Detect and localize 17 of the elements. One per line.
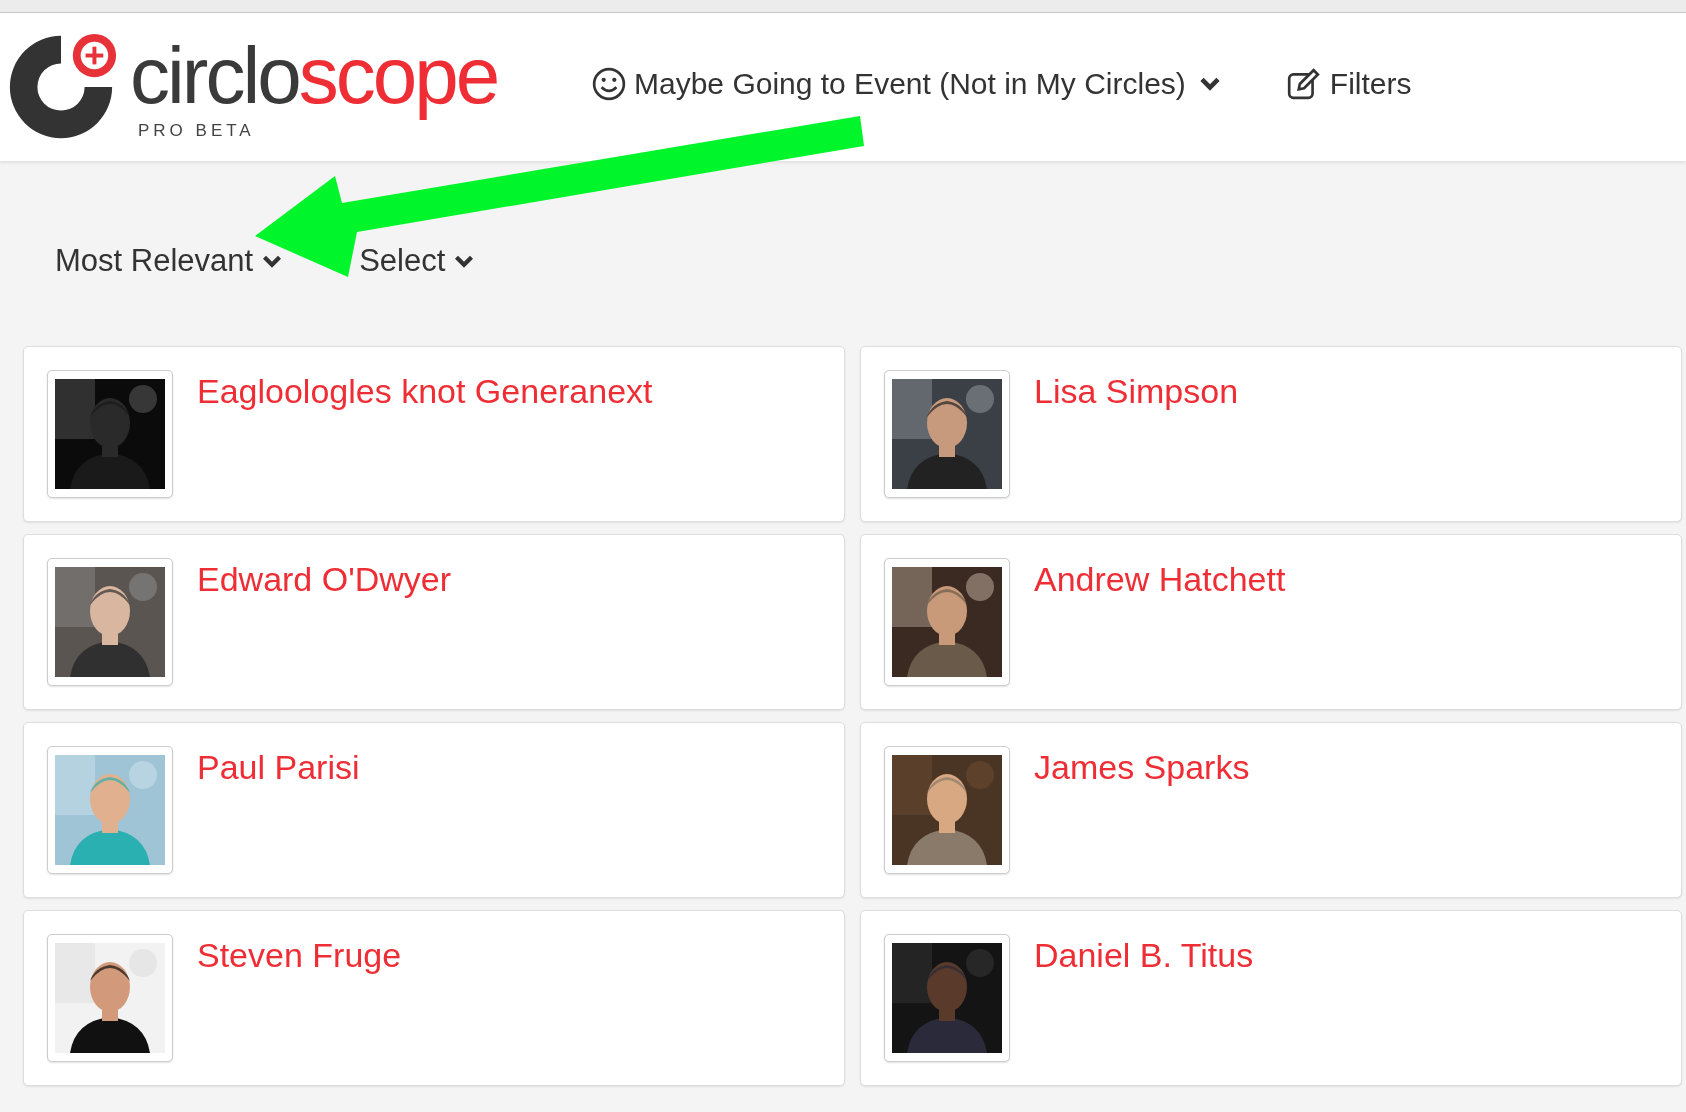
logo-wordmark: circloscope: [130, 29, 498, 122]
filters-button[interactable]: Filters: [1283, 67, 1412, 101]
smiley-icon: [592, 67, 626, 101]
person-name-link[interactable]: Paul Parisi: [197, 748, 360, 787]
person-name-link[interactable]: Edward O'Dwyer: [197, 560, 451, 599]
person-name-link[interactable]: James Sparks: [1034, 748, 1250, 787]
person-name-link[interactable]: Eagloologles knot Generanext: [197, 372, 653, 411]
event-filter-dropdown[interactable]: Maybe Going to Event (Not in My Circles): [592, 67, 1222, 101]
person-name-link[interactable]: Lisa Simpson: [1034, 372, 1239, 411]
person-name-link[interactable]: Andrew Hatchett: [1034, 560, 1286, 599]
select-dropdown[interactable]: Select: [359, 239, 476, 283]
sort-dropdown[interactable]: Most Relevant: [55, 239, 284, 283]
person-name-link[interactable]: Steven Fruge: [197, 936, 402, 975]
chevron-down-icon: [453, 253, 476, 269]
chevron-down-icon: [261, 253, 284, 269]
person-name-link[interactable]: Daniel B. Titus: [1034, 936, 1254, 975]
logo-tagline: PRO BETA: [138, 121, 256, 139]
